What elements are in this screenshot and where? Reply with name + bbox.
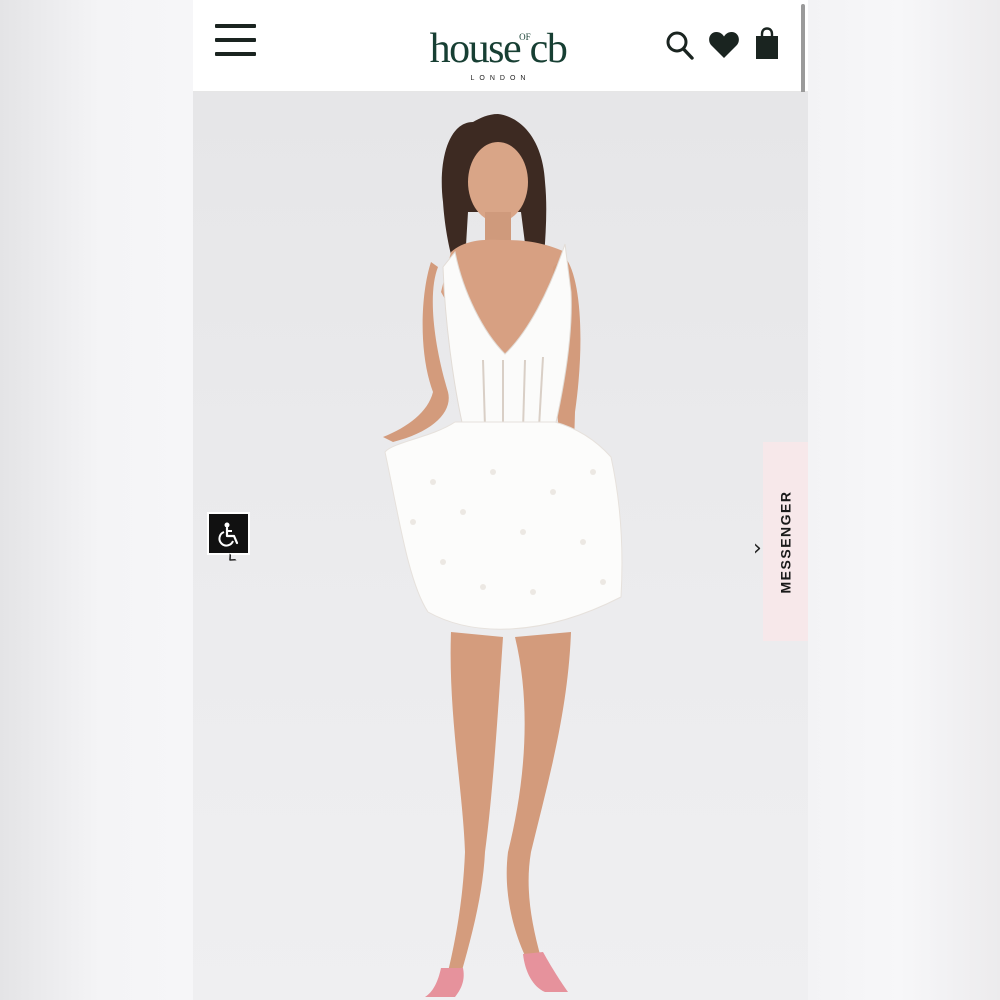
logo-subtitle: LONDON <box>470 75 531 82</box>
mobile-viewport: houseOFcb LONDON ‹ › MESSENGER <box>193 0 808 1000</box>
search-icon[interactable] <box>665 30 695 62</box>
brand-logo[interactable]: houseOFcb LONDON <box>398 14 598 82</box>
menu-icon-bar <box>215 24 256 28</box>
menu-icon-bar <box>215 38 256 42</box>
messenger-label: MESSENGER <box>777 490 794 593</box>
menu-icon-bar <box>215 52 256 56</box>
site-header: houseOFcb LONDON <box>193 0 808 92</box>
model-photo <box>383 114 623 997</box>
shopping-bag-icon[interactable] <box>755 27 779 61</box>
menu-button[interactable] <box>215 24 257 62</box>
wheelchair-icon <box>217 522 238 547</box>
product-image[interactable]: ‹ › MESSENGER <box>193 92 808 1000</box>
messenger-tab[interactable]: MESSENGER <box>763 442 808 641</box>
next-image-arrow[interactable]: › <box>753 536 762 561</box>
heart-icon[interactable] <box>708 30 740 59</box>
logo-wordmark: houseOFcb <box>429 26 568 72</box>
